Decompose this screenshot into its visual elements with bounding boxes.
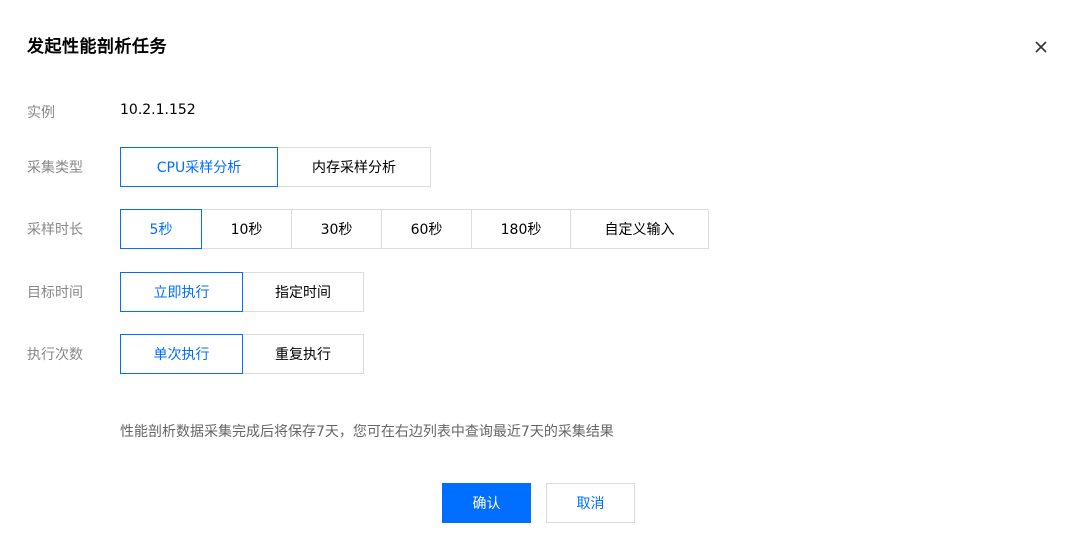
target-time-label: 目标时间 — [27, 285, 83, 301]
duration-segmented: 5秒 10秒 30秒 60秒 180秒 自定义输入 — [120, 209, 709, 249]
exec-count-label: 执行次数 — [27, 347, 83, 363]
cancel-button[interactable]: 取消 — [546, 483, 635, 523]
collect-type-option-memory[interactable]: 内存采样分析 — [277, 147, 431, 187]
duration-option-10s[interactable]: 10秒 — [201, 209, 292, 249]
exec-count-option-once[interactable]: 单次执行 — [120, 334, 243, 374]
collect-type-segmented: CPU采样分析 内存采样分析 — [120, 147, 431, 187]
target-time-segmented: 立即执行 指定时间 — [120, 272, 364, 312]
confirm-button[interactable]: 确认 — [442, 483, 531, 523]
target-time-option-now[interactable]: 立即执行 — [120, 272, 243, 312]
profiling-task-dialog: 发起性能剖析任务 实例 10.2.1.152 采集类型 CPU采样分析 内存采样… — [0, 0, 1080, 552]
duration-option-5s[interactable]: 5秒 — [120, 209, 202, 249]
duration-label: 采样时长 — [27, 222, 83, 238]
instance-value: 10.2.1.152 — [120, 102, 196, 118]
instance-label: 实例 — [27, 105, 55, 121]
retention-hint: 性能剖析数据采集完成后将保存7天，您可在右边列表中查询最近7天的采集结果 — [120, 424, 614, 440]
duration-option-60s[interactable]: 60秒 — [381, 209, 472, 249]
collect-type-label: 采集类型 — [27, 160, 83, 176]
close-icon-glyph — [1035, 41, 1047, 53]
exec-count-option-repeat[interactable]: 重复执行 — [242, 334, 364, 374]
close-icon[interactable] — [1030, 36, 1052, 58]
duration-option-30s[interactable]: 30秒 — [291, 209, 382, 249]
target-time-option-scheduled[interactable]: 指定时间 — [242, 272, 364, 312]
duration-option-custom[interactable]: 自定义输入 — [570, 209, 709, 249]
dialog-title: 发起性能剖析任务 — [27, 37, 167, 57]
duration-option-180s[interactable]: 180秒 — [471, 209, 571, 249]
collect-type-option-cpu[interactable]: CPU采样分析 — [120, 147, 278, 187]
exec-count-segmented: 单次执行 重复执行 — [120, 334, 364, 374]
